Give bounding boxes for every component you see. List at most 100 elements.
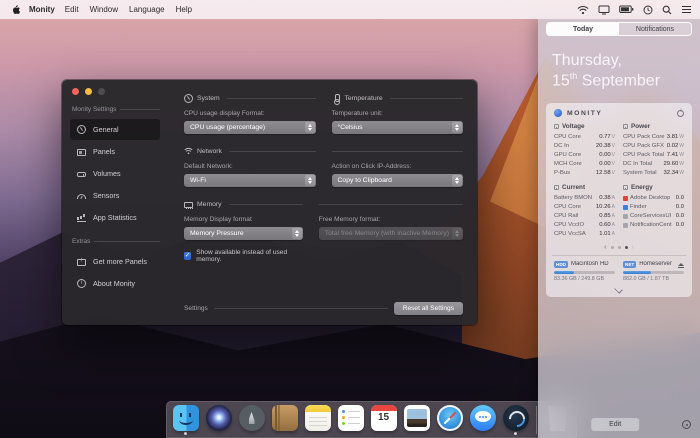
menu-item[interactable]: Language (129, 5, 165, 14)
stat-row: CPU Pack GFX 0.02 W (623, 142, 684, 149)
page-dot[interactable] (617, 245, 621, 249)
section-temperature: Temperature (332, 94, 463, 105)
energy-row: CoreServicesUI 0.0 (623, 212, 684, 221)
section-system: System (184, 94, 316, 103)
battery-icon[interactable] (619, 5, 634, 14)
messages-icon[interactable] (469, 404, 496, 435)
dropdown-stepper-icon (291, 228, 302, 239)
eject-icon[interactable] (678, 262, 684, 268)
launchpad-icon[interactable] (238, 404, 265, 435)
reset-all-settings-button[interactable]: Reset all Settings (393, 302, 463, 315)
show-available-checkbox[interactable]: ✓ (184, 252, 192, 260)
notes-icon[interactable] (304, 404, 331, 435)
contacts-icon[interactable] (271, 404, 298, 435)
calendar-icon[interactable]: 15 (370, 404, 397, 435)
app-icon (623, 222, 628, 228)
finder-icon[interactable] (172, 404, 199, 435)
info-icon[interactable] (677, 108, 684, 117)
zoom-button[interactable] (98, 88, 105, 95)
power-icon (623, 124, 628, 130)
menu-item[interactable]: Help (176, 5, 192, 14)
default-network-dropdown[interactable]: Wi-Fi (184, 174, 316, 187)
sidebar-item-label: Volumes (93, 169, 121, 178)
stat-row: CPU Core 0.77 V (554, 134, 615, 141)
cpu-format-dropdown[interactable]: CPU usage (percentage) (184, 121, 316, 134)
dropdown-stepper-icon (452, 228, 462, 239)
wifi-section-icon (184, 147, 193, 157)
nc-settings-gear-icon[interactable] (682, 420, 691, 429)
stat-row: CPU Pack Total 7.41 W (623, 151, 684, 158)
sidebar-item[interactable]: Sensors (70, 185, 160, 206)
show-available-label: Show available instead of used memory. (196, 249, 288, 263)
ip-action-dropdown[interactable]: Copy to Clipboard (331, 174, 463, 187)
reminders-icon[interactable] (337, 404, 364, 435)
stat-row: MCH Core 0.00 V (554, 160, 615, 167)
nc-tabs: Today Notifications (546, 22, 692, 36)
stat-row: Battery BMON 0.38 A (554, 195, 615, 202)
next-page-icon[interactable]: › (632, 244, 634, 251)
sidebar-item[interactable]: General (70, 119, 160, 140)
section-network-right (331, 147, 463, 156)
stat-row: CPU Core 10.26 A (554, 204, 615, 211)
section-memory: Memory (184, 200, 303, 209)
running-indicator (184, 432, 187, 435)
stat-row: System Total 32.34 W (623, 169, 684, 176)
sidebar-item[interactable]: App Statistics (70, 207, 160, 228)
page-dot[interactable] (624, 245, 628, 249)
apple-menu-icon[interactable] (10, 4, 21, 15)
menu-item[interactable]: Window (90, 5, 118, 14)
siri-icon[interactable] (205, 404, 232, 435)
cpu-format-label: CPU usage display Format: (184, 110, 265, 117)
energy-group: Energy Adobe Desktop 0.0 Finder 0.0 CoreServ… (623, 184, 684, 238)
power-group: Power CPU Pack Core 3.81 W CPU Pack GFX 0.02… (623, 123, 684, 176)
prev-page-icon[interactable]: ‹ (604, 244, 606, 251)
window-titlebar (72, 88, 105, 95)
memory-format-dropdown[interactable]: Memory Pressure (184, 227, 303, 240)
app-icon (623, 196, 628, 202)
current-group: Current Battery BMON 0.38 A CPU Core 10.26 A C… (554, 184, 615, 237)
nc-edit-button[interactable]: Edit (591, 418, 640, 431)
preview-icon[interactable] (403, 404, 430, 435)
menu-app-name[interactable]: Monity (29, 5, 55, 14)
search-icon[interactable] (662, 5, 672, 15)
monity-settings-window: Monity Settings General Panels Volumes S… (62, 80, 477, 325)
disk-type-badge: HDD (554, 260, 568, 268)
menu-item[interactable]: Edit (65, 5, 79, 14)
page-dot[interactable] (610, 245, 614, 249)
disk-type-badge: NET (623, 260, 637, 268)
disk-usage-bar (554, 270, 615, 274)
sidebar-extra-item[interactable]: About Monity (70, 273, 160, 294)
tab-notifications[interactable]: Notifications (619, 23, 691, 35)
current-icon (554, 185, 559, 191)
temp-unit-dropdown[interactable]: °Celsius (331, 121, 463, 134)
stat-row: DC In Total 29.60 W (623, 160, 684, 167)
close-button[interactable] (72, 88, 79, 95)
memory-format-label: Memory Display format (184, 216, 252, 223)
minimize-button[interactable] (85, 88, 92, 95)
tab-today[interactable]: Today (547, 23, 619, 35)
display-icon[interactable] (598, 5, 610, 15)
monity-widget-title: MONITY (567, 109, 603, 117)
monity-widget: MONITY Voltage CPU Core0.77VDC In20.38VG… (546, 103, 692, 297)
safari-icon[interactable] (436, 404, 463, 435)
free-memory-label: Free Memory format: (318, 216, 381, 223)
menu-status-area (577, 5, 692, 15)
notification-center-icon[interactable] (681, 5, 692, 14)
stat-row: P-Bus 12.58 V (554, 169, 615, 176)
disk-item: NET Homeserver 882.0 GB / 1.87 TB (623, 260, 684, 282)
disk-item: HDD Macintosh HD 83.36 GB / 249.8 GB (554, 260, 615, 282)
energy-row: Finder 0.0 (623, 203, 684, 212)
disk-usage-text: 83.36 GB / 249.8 GB (554, 275, 605, 282)
settings-sidebar: Monity Settings General Panels Volumes S… (62, 80, 168, 325)
sidebar-extra-item[interactable]: Get more Panels (70, 251, 160, 272)
notification-center: Today Notifications Thursday, 15th Septe… (538, 19, 700, 438)
wifi-icon[interactable] (577, 5, 589, 15)
sidebar-item[interactable]: Panels (70, 141, 160, 162)
sidebar-item[interactable]: Volumes (70, 163, 160, 184)
monity-dock-icon[interactable] (502, 404, 529, 435)
energy-row: NotificationCent 0.0 (623, 221, 684, 230)
sidebar-item-label: Panels (93, 147, 115, 156)
chevron-down-icon[interactable] (615, 285, 623, 293)
clock-icon[interactable] (643, 5, 653, 15)
disk-usage-bar (623, 270, 684, 274)
